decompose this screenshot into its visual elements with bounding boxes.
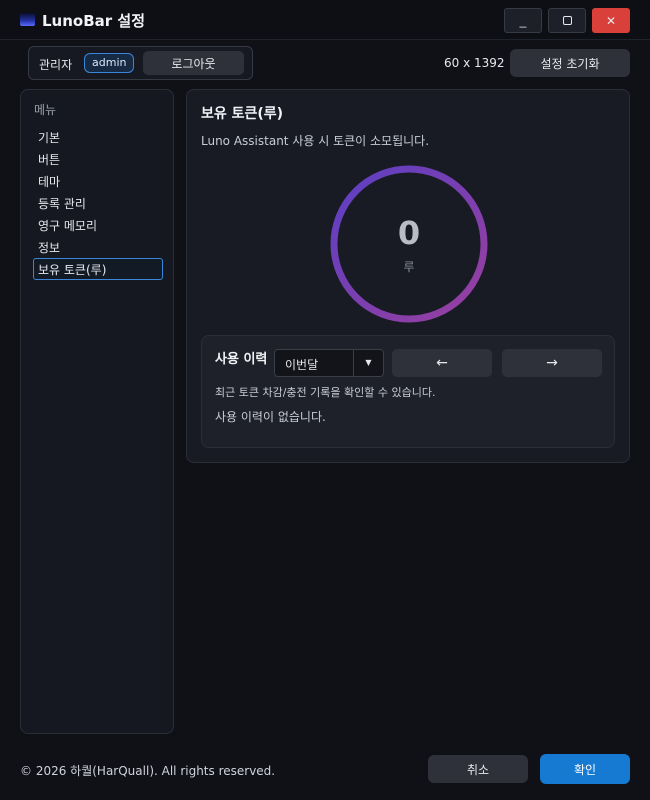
panel-description: Luno Assistant 사용 시 토큰이 소모됩니다.: [201, 134, 430, 148]
period-select[interactable]: 이번달 ▼: [274, 349, 384, 377]
user-badge: admin: [84, 53, 135, 73]
next-period-button[interactable]: →: [502, 349, 602, 377]
maximize-icon: [562, 16, 572, 25]
token-balance-value: 0: [397, 214, 421, 252]
sidebar-item-theme[interactable]: 테마: [33, 170, 163, 192]
sidebar-menu: 기본 버튼 테마 등록 관리 영구 메모리 정보 보유 토큰(루): [33, 126, 163, 280]
title-bar: LunoBar 설정 _ ✕: [0, 0, 650, 40]
sidebar-item-info[interactable]: 정보: [33, 236, 163, 258]
reset-settings-button[interactable]: 설정 초기화: [510, 49, 630, 77]
chevron-down-icon[interactable]: ▼: [353, 350, 383, 376]
sidebar-item-tokens[interactable]: 보유 토큰(루): [33, 258, 163, 280]
minimize-button[interactable]: _: [504, 8, 542, 33]
sidebar: 메뉴 기본 버튼 테마 등록 관리 영구 메모리 정보 보유 토큰(루): [20, 89, 174, 734]
user-info-box: 관리자 admin 로그아웃: [28, 46, 253, 80]
history-description: 최근 토큰 차감/충전 기록을 확인할 수 있습니다.: [215, 386, 436, 399]
token-ring: 0 루: [327, 162, 491, 326]
sidebar-title: 메뉴: [34, 103, 57, 117]
logout-button[interactable]: 로그아웃: [143, 51, 244, 75]
token-panel: 보유 토큰(루) Luno Assistant 사용 시 토큰이 소모됩니다. …: [186, 89, 630, 463]
window-title: LunoBar 설정: [42, 12, 145, 30]
sidebar-item-basic[interactable]: 기본: [33, 126, 163, 148]
sidebar-item-permanent-memory[interactable]: 영구 메모리: [33, 214, 163, 236]
sidebar-item-registration[interactable]: 등록 관리: [33, 192, 163, 214]
user-role-label: 관리자: [39, 58, 73, 72]
copyright-text: © 2026 하퀄(HarQuall). All rights reserved…: [20, 764, 276, 778]
sidebar-item-buttons[interactable]: 버튼: [33, 148, 163, 170]
close-button[interactable]: ✕: [592, 8, 630, 33]
resolution-readout: 60 x 1392: [444, 56, 505, 70]
maximize-button[interactable]: [548, 8, 586, 33]
usage-history-section: 사용 이력 이번달 ▼ ← → 최근 토큰 차감/충전 기록을 확인할 수 있습…: [201, 335, 615, 448]
previous-period-button[interactable]: ←: [392, 349, 492, 377]
history-empty-message: 사용 이력이 없습니다.: [215, 410, 326, 424]
token-balance-unit: 루: [403, 260, 415, 274]
history-title: 사용 이력: [215, 352, 268, 367]
app-logo-icon: [20, 13, 35, 26]
period-select-value: 이번달: [285, 358, 319, 372]
ok-button[interactable]: 확인: [540, 754, 630, 784]
panel-title: 보유 토큰(루): [201, 106, 284, 122]
cancel-button[interactable]: 취소: [428, 755, 528, 783]
